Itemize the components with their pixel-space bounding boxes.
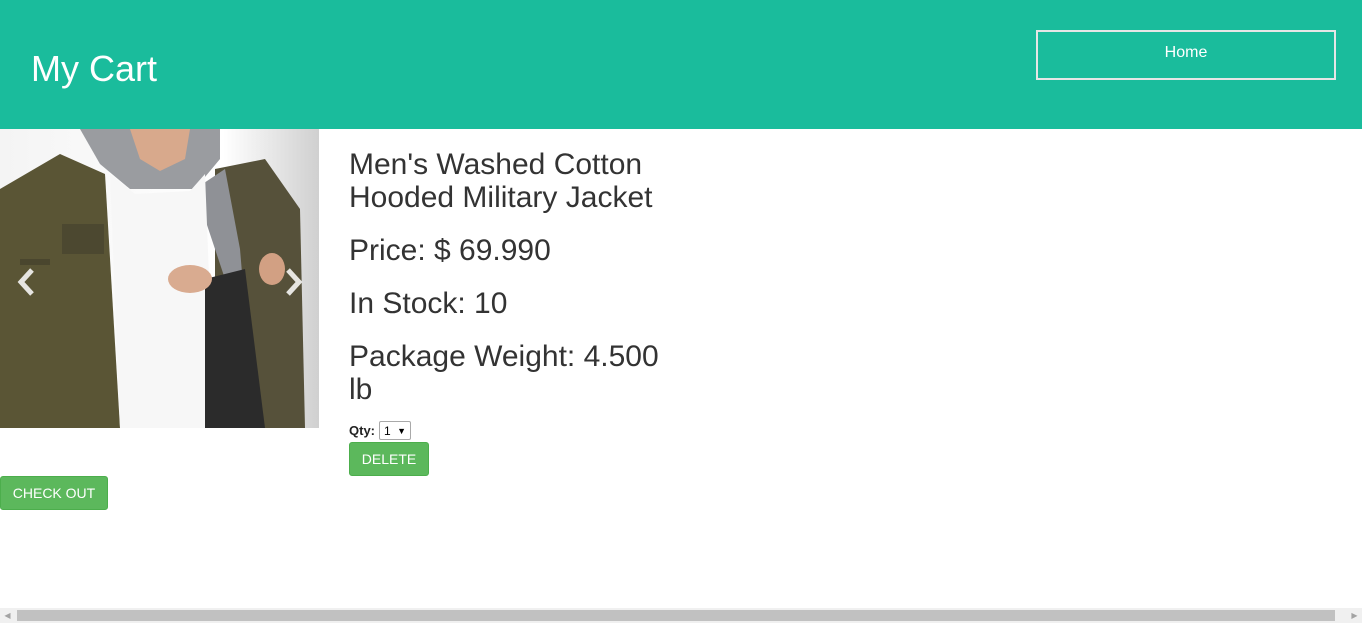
quantity-label: Qty: bbox=[349, 423, 375, 438]
horizontal-scrollbar[interactable]: ◀ ▶ bbox=[0, 608, 1362, 623]
carousel-next-button[interactable] bbox=[278, 267, 308, 297]
product-image-carousel bbox=[0, 129, 319, 428]
scroll-right-icon[interactable]: ▶ bbox=[1347, 608, 1362, 623]
product-name: Men's Washed Cotton Hooded Military Jack… bbox=[349, 148, 653, 214]
dropdown-caret-icon: ▼ bbox=[397, 425, 406, 436]
carousel-prev-button[interactable] bbox=[12, 267, 42, 297]
chevron-right-icon bbox=[286, 268, 303, 296]
scrollbar-thumb[interactable] bbox=[17, 610, 1335, 621]
product-stock: In Stock: 10 bbox=[349, 287, 508, 320]
chevron-left-icon bbox=[17, 268, 34, 296]
quantity-select[interactable]: 1 ▼ bbox=[379, 421, 411, 440]
product-price: Price: $ 69.990 bbox=[349, 234, 551, 267]
product-details: Men's Washed Cotton Hooded Military Jack… bbox=[349, 148, 679, 440]
page-title: My Cart bbox=[31, 48, 157, 89]
page-header: My Cart Home bbox=[0, 0, 1362, 129]
checkout-button[interactable]: CHECK OUT bbox=[0, 476, 108, 510]
delete-button[interactable]: DELETE bbox=[349, 442, 429, 476]
scroll-left-icon[interactable]: ◀ bbox=[0, 608, 15, 623]
quantity-value: 1 bbox=[384, 423, 391, 438]
product-image bbox=[0, 129, 319, 428]
product-weight: Package Weight: 4.500 lb bbox=[349, 340, 659, 406]
home-button[interactable]: Home bbox=[1036, 30, 1336, 80]
quantity-row: Qty: 1 ▼ bbox=[349, 421, 679, 440]
